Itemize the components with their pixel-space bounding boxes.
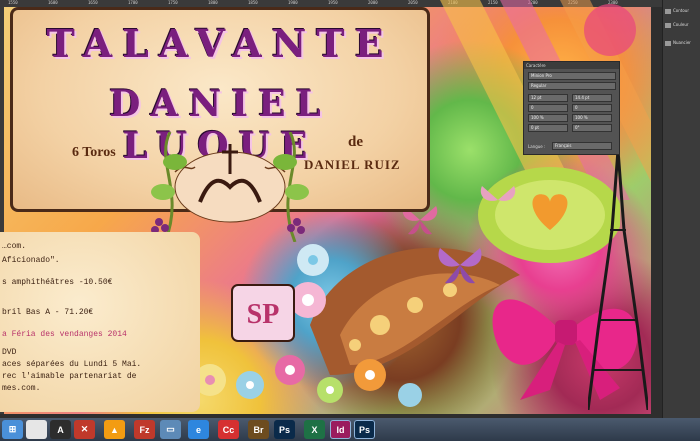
font-size-field[interactable]: 12 pt <box>528 94 568 102</box>
info-line: mes.com. <box>2 384 41 393</box>
taskbar-x-app-icon[interactable]: ✕ <box>74 420 95 439</box>
ruler-tick-label: 1950 <box>328 0 338 5</box>
ruler-tick-label: 2000 <box>368 0 378 5</box>
taskbar-network-icon[interactable]: ▭ <box>160 420 181 439</box>
vertical-scrollbar[interactable] <box>651 7 662 418</box>
ruler-tick-label: 1700 <box>128 0 138 5</box>
grape-vine-left-icon <box>151 132 187 242</box>
info-line: rec l'aimable partenariat de <box>2 372 137 381</box>
document-canvas[interactable]: 1550 1600 1650 1700 1750 1800 1850 1900 1950 2000… <box>0 0 662 418</box>
info-line: s amphithéâtres -10.50€ <box>2 278 113 287</box>
taskbar-internet-explorer-icon[interactable]: e <box>188 420 209 439</box>
purple-butterfly-icon <box>438 248 482 284</box>
poster-title-talavante: TALAVANTE <box>46 21 394 66</box>
ruler-tick-label: 1600 <box>48 0 58 5</box>
poster-toros-label: 6 Toros <box>72 145 116 160</box>
leading-field[interactable]: 14.4 pt <box>572 94 612 102</box>
taskbar-excel-icon[interactable]: X <box>304 420 325 439</box>
ruler-tick-label: 1650 <box>88 0 98 5</box>
eiffel-tower-illustration <box>588 150 648 410</box>
info-line: bril Bas A - 71.20€ <box>2 308 94 317</box>
ruler-tick-label: 1900 <box>288 0 298 5</box>
info-line: a Féria des vendanges 2014 <box>2 330 127 339</box>
poster-de-label: de <box>348 134 363 150</box>
taskbar-bridge-app-icon[interactable] <box>26 420 47 439</box>
dock-item-label: Nuancier <box>673 40 691 45</box>
poster-header[interactable]: TALAVANTE DANIEL LUQUE 6 Toros de DANIEL… <box>10 7 430 242</box>
dock-item-couleur[interactable]: Couleur <box>665 22 689 28</box>
swatches-icon <box>665 40 671 46</box>
character-panel-title[interactable]: Caractère <box>524 62 619 69</box>
info-line: DVD <box>2 348 17 357</box>
taskbar-indesign-icon[interactable]: Id <box>330 420 351 439</box>
skew-field[interactable]: 0° <box>572 124 612 132</box>
taskbar-photoshop-2-icon[interactable]: Ps <box>354 420 375 439</box>
panel-dock[interactable]: Contour Couleur Nuancier <box>662 0 700 418</box>
tracking-field[interactable]: 0 <box>572 104 612 112</box>
sp-monogram-logo: SP <box>231 284 295 342</box>
taskbar-photoshop-1-icon[interactable]: Ps <box>274 420 295 439</box>
grape-vine-right-icon <box>273 132 309 242</box>
ruler-tick-label: 1800 <box>208 0 218 5</box>
ruler-tick-label: 1750 <box>168 0 178 5</box>
color-icon <box>665 22 671 28</box>
taskbar-archive-app-icon[interactable]: A <box>50 420 71 439</box>
dock-item-label: Contour <box>673 8 689 13</box>
ruler-tick-label: 1850 <box>248 0 258 5</box>
kerning-field[interactable]: 0 <box>528 104 568 112</box>
dock-item-contour[interactable]: Contour <box>665 8 689 14</box>
taskbar-start-icon[interactable]: ⊞ <box>2 420 23 439</box>
language-select[interactable]: Français <box>552 142 612 150</box>
stroke-icon <box>665 8 671 14</box>
ticket-info-card[interactable]: …com. Aficionado". s amphithéâtres -10.50€… <box>0 232 200 412</box>
windows-taskbar: ⊞ A ✕ ▲ Fz ▭ e Cc Br Ps X Id Ps <box>0 418 700 441</box>
butterfly-small-icon <box>480 186 516 201</box>
baseline-shift-field[interactable]: 0 pt <box>528 124 568 132</box>
ruler-tick-label: 1550 <box>8 0 18 5</box>
info-line: …com. <box>2 242 27 251</box>
horizontal-scale-field[interactable]: 100 % <box>572 114 612 122</box>
dock-item-nuancier[interactable]: Nuancier <box>665 40 691 46</box>
language-label: Langue : <box>528 144 546 149</box>
info-line: aces séparées du Lundi 5 Mai. <box>2 360 142 369</box>
ruler-tick-label: 2050 <box>408 0 418 5</box>
logo-text: SP <box>247 299 280 330</box>
taskbar-vlc-icon[interactable]: ▲ <box>104 420 125 439</box>
character-panel[interactable]: Caractère Minion Pro Regular 12 pt 14.4 … <box>523 61 620 155</box>
info-line: Aficionado". <box>2 256 60 265</box>
font-style-select[interactable]: Regular <box>528 82 616 90</box>
taskbar-filezilla-icon[interactable]: Fz <box>134 420 155 439</box>
taskbar-creative-cloud-icon[interactable]: Cc <box>218 420 239 439</box>
dock-item-label: Couleur <box>673 22 689 27</box>
poster-ganaderia-label: DANIEL RUIZ <box>304 157 401 172</box>
vertical-scale-field[interactable]: 100 % <box>528 114 568 122</box>
taskbar-adobe-bridge-icon[interactable]: Br <box>248 420 269 439</box>
font-family-select[interactable]: Minion Pro <box>528 72 616 80</box>
decorative-beads <box>194 355 422 407</box>
